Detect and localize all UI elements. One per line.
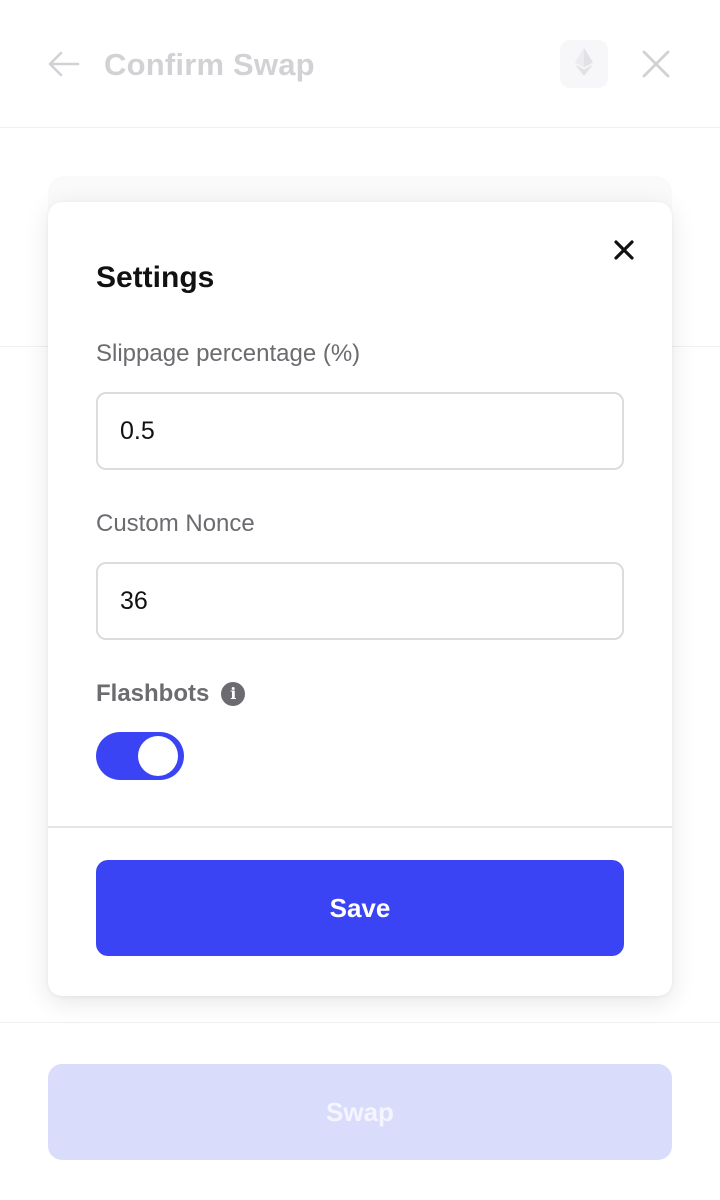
flashbots-toggle[interactable] [96, 732, 184, 780]
save-button[interactable]: Save [96, 860, 624, 956]
page-header: Confirm Swap [0, 0, 720, 128]
settings-modal: Settings Slippage percentage (%) Custom … [48, 202, 672, 996]
slippage-input[interactable] [96, 392, 624, 470]
swap-button[interactable]: Swap [48, 1064, 672, 1160]
ethereum-icon [574, 47, 594, 82]
close-icon[interactable] [636, 44, 676, 84]
slippage-label: Slippage percentage (%) [96, 340, 361, 367]
divider [0, 1022, 720, 1023]
custom-nonce-label: Custom Nonce [96, 510, 255, 537]
arrow-left-icon[interactable] [44, 44, 84, 84]
toggle-knob [138, 736, 178, 776]
divider [48, 826, 672, 828]
custom-nonce-input[interactable] [96, 562, 624, 640]
info-icon[interactable]: i [221, 682, 246, 706]
flashbots-row: Flashbots i [96, 678, 246, 710]
flashbots-label: Flashbots [96, 680, 210, 707]
modal-title: Settings [96, 261, 215, 294]
network-selector[interactable] [560, 40, 608, 88]
page-title: Confirm Swap [104, 47, 315, 82]
close-icon[interactable] [608, 234, 640, 266]
